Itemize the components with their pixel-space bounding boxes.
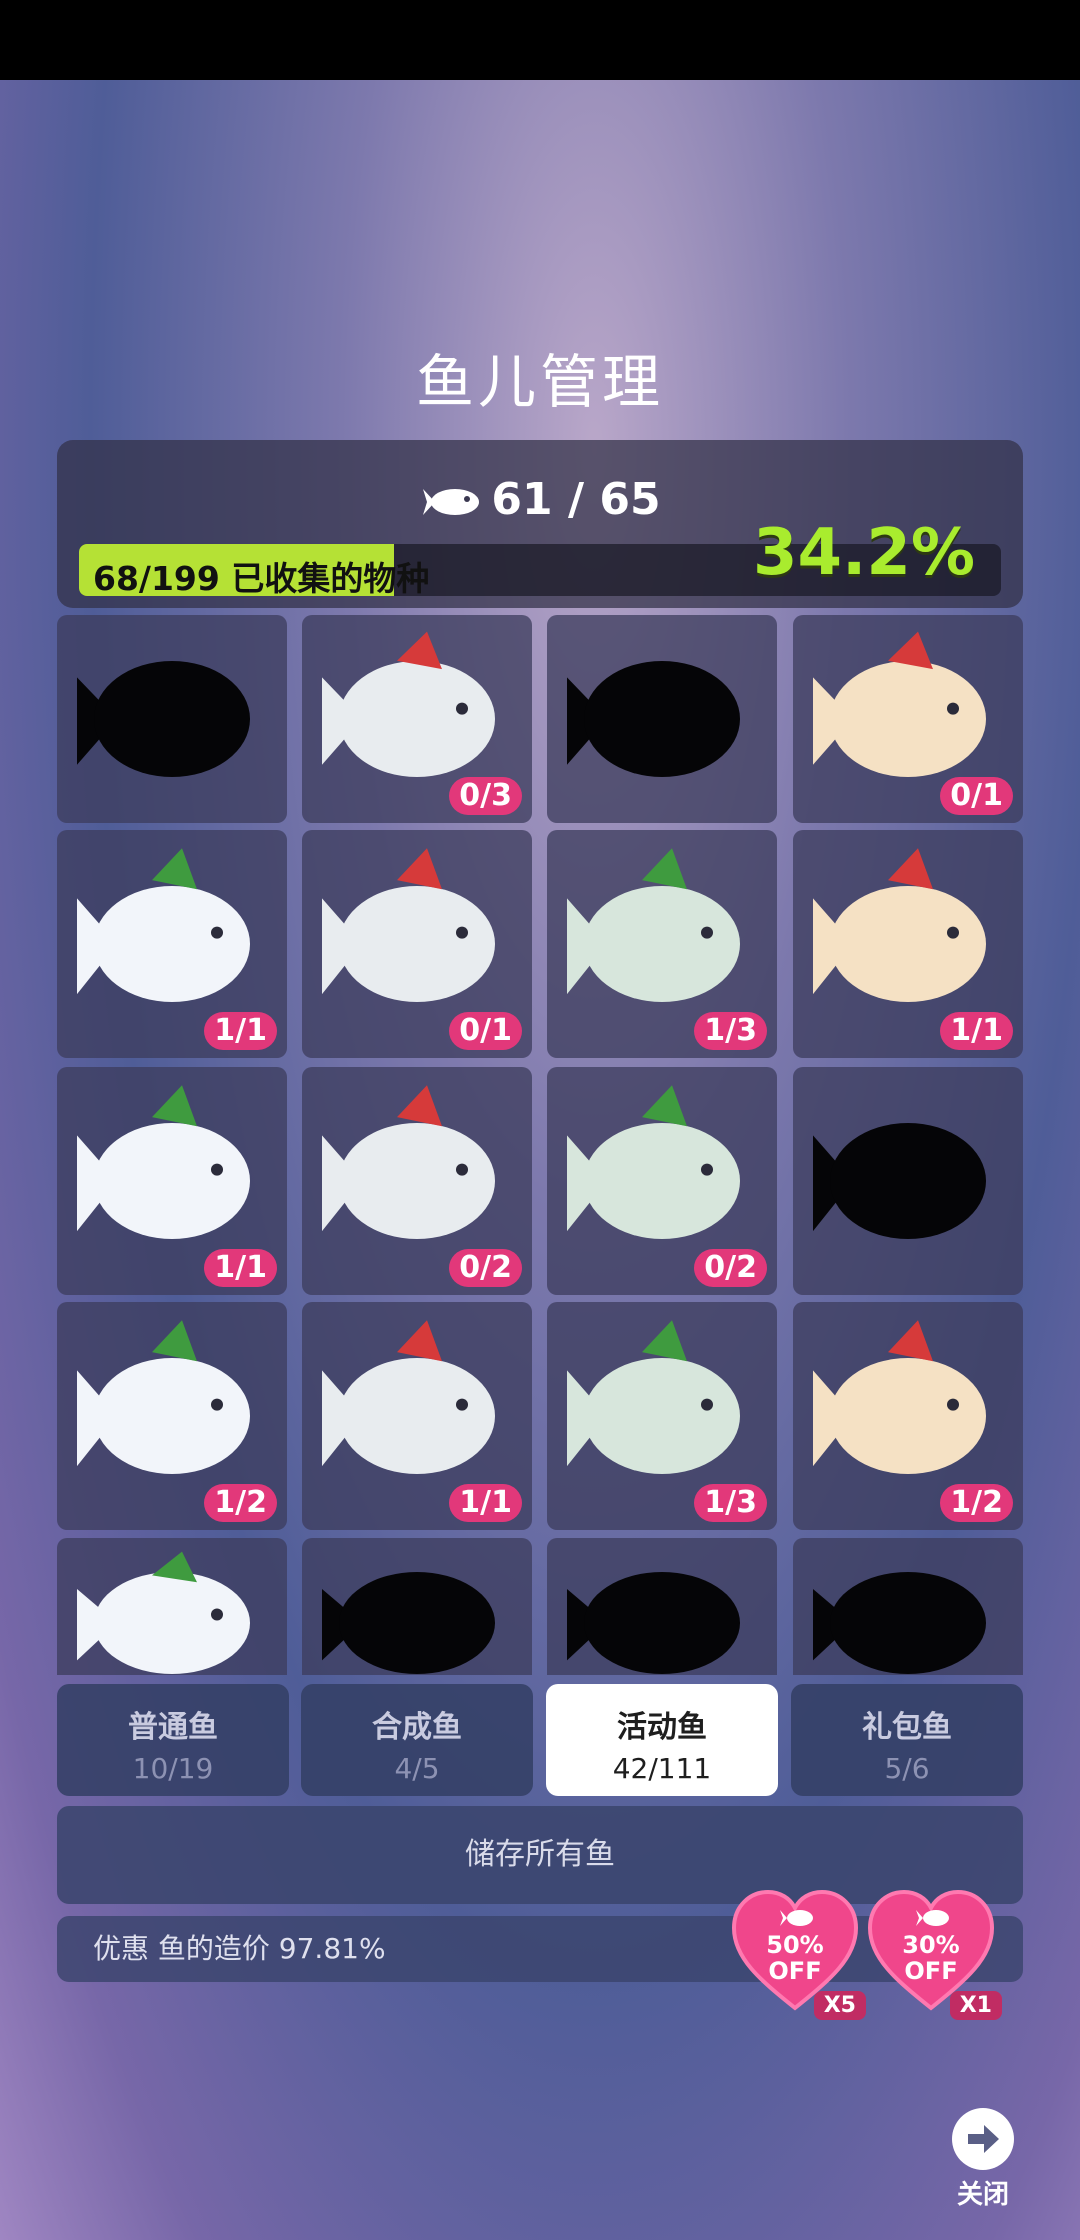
fish-card[interactable]: 0/2	[547, 1067, 777, 1295]
coupon-30-off[interactable]: 30% OFF X1	[866, 1888, 1002, 2020]
tab-event-fish[interactable]: 活动鱼 42/111	[546, 1684, 778, 1796]
category-tabs: 普通鱼 10/19 合成鱼 4/5 活动鱼 42/111 礼包鱼 5/6	[57, 1684, 1023, 1796]
tab-count: 42/111	[612, 1752, 712, 1785]
tab-label: 合成鱼	[372, 1710, 462, 1745]
fish-card-locked[interactable]	[547, 1538, 777, 1675]
coupon-text: 50% OFF	[730, 1932, 860, 1984]
collection-progress-label: 68/199 已收集的物种	[93, 559, 430, 596]
fish-card[interactable]: 1/3	[547, 830, 777, 1058]
page-title: 鱼儿管理	[415, 348, 664, 416]
fish-silhouette-icon	[567, 661, 740, 777]
fish-card[interactable]: 0/2	[302, 1067, 532, 1295]
fish-count-badge: 1/1	[204, 1249, 277, 1287]
fish-card-locked[interactable]	[547, 615, 777, 823]
collection-header: 61 / 65 68/199 已收集的物种 34.2%	[57, 440, 1023, 608]
tab-count: 10/19	[132, 1752, 214, 1785]
fish-icon	[423, 489, 480, 515]
fish-card[interactable]: 1/1	[793, 830, 1023, 1058]
fish-silhouette-icon	[77, 661, 250, 777]
coupon-multiplier: X5	[813, 1991, 866, 2020]
tab-label: 礼包鱼	[862, 1710, 952, 1745]
close-label: 关闭	[956, 2180, 1009, 2210]
coupon-text: 30% OFF	[866, 1932, 996, 1984]
fish-card[interactable]: 1/2	[793, 1302, 1023, 1530]
fish-card[interactable]: 1/1	[57, 1067, 287, 1295]
coupon-multiplier: X1	[949, 1991, 1002, 2020]
fish-count-badge: 0/1	[940, 777, 1013, 815]
fish-icon	[916, 1910, 949, 1926]
close-button[interactable]: 关闭	[948, 2108, 1018, 2211]
fish-card[interactable]	[57, 1538, 287, 1675]
coupon-percent: 30%	[902, 1931, 960, 1959]
fish-silhouette-icon	[567, 1572, 740, 1674]
tab-count: 5/6	[884, 1752, 930, 1785]
collection-percent: 34.2%	[752, 516, 975, 590]
coupon-off: OFF	[904, 1957, 958, 1985]
fish-count-badge: 1/1	[449, 1484, 522, 1522]
fish-icon	[780, 1910, 813, 1926]
fish-count-badge: 1/3	[694, 1484, 767, 1522]
fish-silhouette-icon	[813, 1572, 986, 1674]
fish-grid: 0/3 0/1 1/1 0/1 1/3 1/1 1/1 0/2 0/2 1/2 1/1 1/3 1/2	[57, 615, 1023, 1675]
arrow-right-icon	[952, 2108, 1014, 2170]
fish-count-badge: 0/1	[449, 1012, 522, 1050]
coupon-percent: 50%	[766, 1931, 824, 1959]
coupon-50-off[interactable]: 50% OFF X5	[730, 1888, 866, 2020]
fish-count-badge: 1/2	[204, 1484, 277, 1522]
tab-label: 活动鱼	[617, 1710, 707, 1745]
coupon-off: OFF	[768, 1957, 822, 1985]
fish-count-badge: 1/1	[204, 1012, 277, 1050]
fish-count-badge: 0/2	[449, 1249, 522, 1287]
tab-count: 4/5	[394, 1752, 440, 1785]
fish-count-badge: 0/2	[694, 1249, 767, 1287]
tab-gift-fish[interactable]: 礼包鱼 5/6	[791, 1684, 1023, 1796]
fish-silhouette-icon	[813, 1123, 986, 1239]
fish-card[interactable]: 0/3	[302, 615, 532, 823]
fish-card[interactable]: 0/1	[793, 615, 1023, 823]
fish-count-badge: 1/1	[940, 1012, 1013, 1050]
fish-count-badge: 0/3	[449, 777, 522, 815]
fish-art-icon	[77, 1551, 250, 1674]
fish-card-locked[interactable]	[793, 1538, 1023, 1675]
tab-normal-fish[interactable]: 普通鱼 10/19	[57, 1684, 289, 1796]
fish-silhouette-icon	[322, 1572, 495, 1674]
discount-label: 优惠 鱼的造价 97.81%	[93, 1932, 386, 1965]
tab-merged-fish[interactable]: 合成鱼 4/5	[301, 1684, 533, 1796]
status-bar	[0, 0, 1080, 80]
fish-card[interactable]: 1/1	[302, 1302, 532, 1530]
tab-label: 普通鱼	[128, 1710, 218, 1745]
fish-count-badge: 1/2	[940, 1484, 1013, 1522]
fish-card-locked[interactable]	[793, 1067, 1023, 1295]
fish-count-text: 61 / 65	[491, 474, 661, 525]
fish-card[interactable]: 1/1	[57, 830, 287, 1058]
fish-card-locked[interactable]	[302, 1538, 532, 1675]
fish-card-locked[interactable]	[57, 615, 287, 823]
fish-count-badge: 1/3	[694, 1012, 767, 1050]
fish-card[interactable]: 0/1	[302, 830, 532, 1058]
fish-card[interactable]: 1/2	[57, 1302, 287, 1530]
fish-card[interactable]: 1/3	[547, 1302, 777, 1530]
